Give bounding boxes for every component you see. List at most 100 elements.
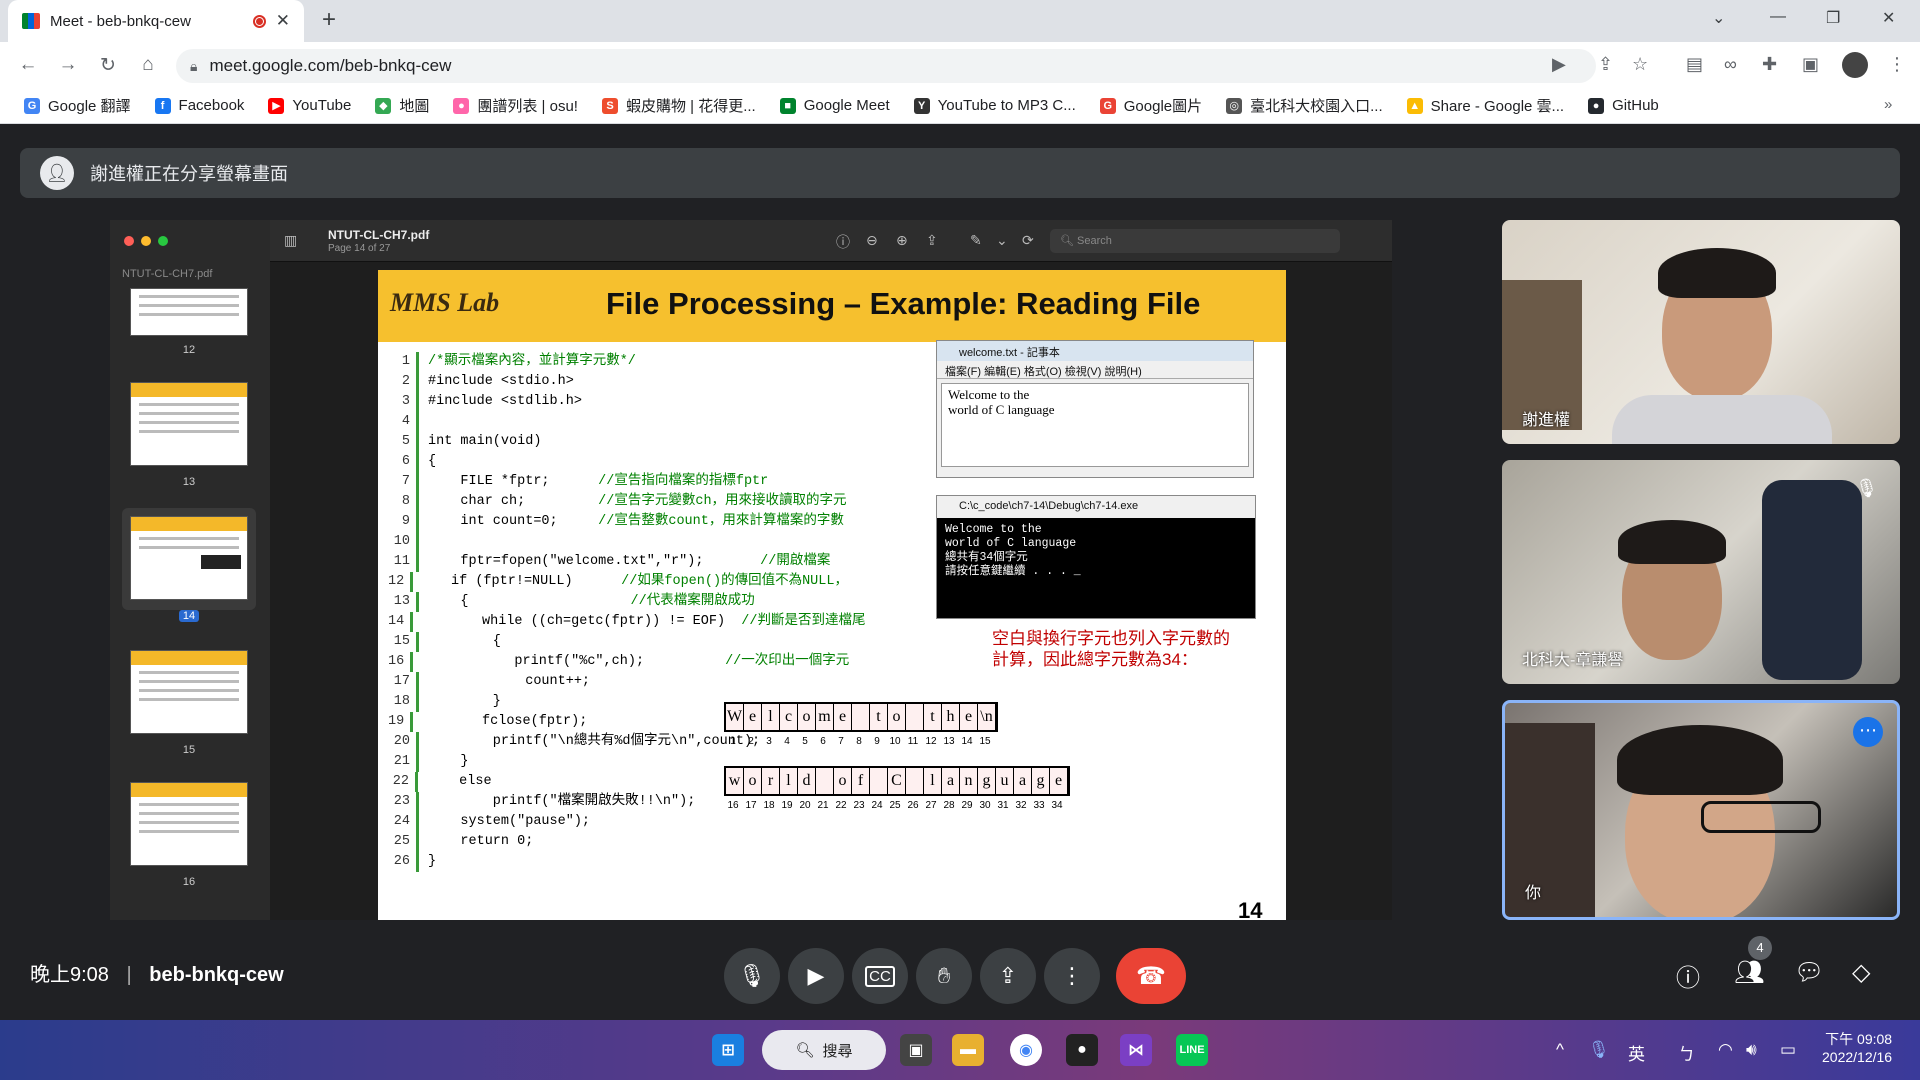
present-button[interactable]: ⇪ bbox=[980, 948, 1036, 1004]
menu-icon[interactable]: ⋮ bbox=[1888, 54, 1906, 75]
raise-hand-button[interactable]: ✋︎ bbox=[916, 948, 972, 1004]
bookmark-item[interactable]: ◆ 地圖 bbox=[365, 95, 439, 116]
code-line: 16 printf("%c",ch); //一次印出一個字元 bbox=[388, 652, 849, 672]
battery-icon[interactable]: ▭ bbox=[1780, 1040, 1796, 1060]
visual-studio-icon[interactable]: ⋈ bbox=[1120, 1034, 1152, 1066]
jacket-on-wall bbox=[1762, 480, 1862, 680]
bookmark-item[interactable]: ● GitHub bbox=[1578, 97, 1669, 114]
microphone-button[interactable]: 🎙︎ bbox=[724, 948, 780, 1004]
participant-tile-1[interactable]: 謝進權 bbox=[1502, 220, 1900, 444]
minimize-button[interactable]: — bbox=[1770, 8, 1786, 26]
meeting-details-icon[interactable]: ⓘ bbox=[1676, 958, 1700, 993]
side-panel-icon[interactable]: ▣ bbox=[1802, 54, 1819, 75]
participant-name: 你 bbox=[1525, 885, 1542, 902]
code-text: while ((ch=getc(fptr)) != EOF) bbox=[417, 614, 742, 629]
ime-mode-icon[interactable]: ㄅ bbox=[1678, 1040, 1695, 1065]
share-icon[interactable]: ⇪ bbox=[926, 232, 938, 249]
bookmark-star-icon[interactable]: ☆ bbox=[1632, 54, 1648, 75]
code-text: fclose(fptr); bbox=[417, 714, 742, 729]
back-arrow-icon[interactable]: ← bbox=[8, 54, 48, 76]
more-options-button[interactable]: ⋮ bbox=[1044, 948, 1100, 1004]
bookmark-item[interactable]: f Facebook bbox=[145, 97, 255, 114]
close-tab-icon[interactable]: ✕ bbox=[276, 11, 290, 31]
camera-icon[interactable]: ▶ bbox=[1552, 54, 1566, 75]
reader-icon[interactable]: ▤ bbox=[1686, 54, 1703, 75]
ime-indicator[interactable]: 英 bbox=[1628, 1040, 1645, 1065]
bookmarks-overflow-icon[interactable]: » bbox=[1884, 96, 1892, 113]
char-cell: e bbox=[960, 704, 978, 730]
bookmark-item[interactable]: Y YouTube to MP3 C... bbox=[904, 97, 1086, 114]
bookmark-item[interactable]: ▶ YouTube bbox=[258, 97, 361, 114]
zoom-out-icon[interactable]: ⊖ bbox=[866, 232, 878, 249]
home-icon[interactable]: ⌂ bbox=[128, 54, 168, 76]
participant-hair bbox=[1658, 248, 1776, 298]
code-line-text: if (fptr!=NULL) //如果fopen()的傳回值不為NULL， bbox=[419, 572, 848, 592]
line-app-icon[interactable]: LINE bbox=[1176, 1034, 1208, 1066]
tray-mic-icon[interactable]: 🎙︎ bbox=[1588, 1040, 1610, 1060]
taskbar-clock[interactable]: 下午 09:08 2022/12/16 bbox=[1822, 1030, 1892, 1066]
participant-shirt bbox=[1612, 395, 1832, 444]
maximize-button[interactable]: ❐ bbox=[1826, 8, 1840, 28]
people-icon[interactable]: 👥︎ bbox=[1734, 958, 1764, 987]
start-windows-icon[interactable]: ⊞ bbox=[712, 1034, 744, 1066]
address-bar[interactable]: 🔒︎ meet.google.com/beb-bnkq-cew bbox=[176, 49, 1596, 83]
activities-icon[interactable]: ◇ bbox=[1852, 958, 1870, 987]
thumbnail-page-16[interactable] bbox=[130, 782, 248, 866]
bookmark-item[interactable]: G Google 翻譯 bbox=[14, 95, 141, 116]
volume-icon[interactable]: 🔊︎ bbox=[1746, 1040, 1757, 1060]
taskbar-search[interactable]: 🔍︎ 搜尋 bbox=[762, 1030, 886, 1070]
tab-title: Meet - beb-bnkq-cew bbox=[50, 12, 191, 30]
browser-tab[interactable]: Meet - beb-bnkq-cew ✕ bbox=[8, 0, 304, 42]
participant-tile-self[interactable]: ⋯ 你 bbox=[1502, 700, 1900, 920]
sidebar-toggle-icon[interactable]: ▥ bbox=[284, 232, 297, 249]
pdf-search-input[interactable]: 🔍︎ Search bbox=[1050, 229, 1340, 253]
task-view-icon[interactable]: ▣ bbox=[900, 1034, 932, 1066]
leave-call-button[interactable]: ☎︎ bbox=[1116, 948, 1186, 1004]
thumbnail-label: 16 bbox=[182, 876, 196, 888]
thumbnail-page-12[interactable] bbox=[130, 288, 248, 336]
code-line-number: 24 bbox=[393, 814, 410, 829]
bookmark-item[interactable]: ▲ Share - Google 雲... bbox=[1397, 95, 1574, 116]
chat-icon[interactable]: 💬︎ bbox=[1794, 958, 1824, 987]
chrome-icon[interactable]: ◉ bbox=[1010, 1034, 1042, 1066]
char-cell: g bbox=[978, 768, 996, 794]
camera-button[interactable]: ▶ bbox=[788, 948, 844, 1004]
tray-chevron-up-icon[interactable]: ^ bbox=[1556, 1040, 1564, 1060]
chevron-down-icon[interactable]: ⌄ bbox=[996, 232, 1008, 249]
char-index: 14 bbox=[961, 736, 973, 747]
bookmark-item[interactable]: ■ Google Meet bbox=[770, 97, 900, 114]
share-icon[interactable]: ⇪ bbox=[1598, 54, 1613, 75]
console-title: C:\c_code\ch7-14\Debug\ch7-14.exe bbox=[937, 496, 1255, 518]
reload-icon[interactable]: ↻ bbox=[88, 54, 128, 77]
info-icon[interactable]: ⓘ bbox=[836, 232, 850, 252]
osu-app-icon[interactable]: ● bbox=[1066, 1034, 1098, 1066]
bookmark-item[interactable]: G Google圖片 bbox=[1090, 95, 1212, 116]
thumbnail-page-14[interactable] bbox=[130, 516, 248, 600]
bookmark-item[interactable]: S 蝦皮購物 | 花得更... bbox=[592, 95, 766, 116]
char-index: 8 bbox=[856, 736, 862, 747]
puzzle-icon[interactable]: ✚ bbox=[1762, 54, 1777, 75]
rotate-icon[interactable]: ⟳ bbox=[1022, 232, 1034, 249]
new-tab-button[interactable]: + bbox=[322, 6, 336, 34]
glasses bbox=[1701, 801, 1821, 833]
code-line-text: while ((ch=getc(fptr)) != EOF) //判斷是否到達檔… bbox=[417, 612, 865, 632]
wifi-icon[interactable]: ◠ bbox=[1718, 1040, 1733, 1060]
extension-icon[interactable]: ∞ bbox=[1724, 54, 1737, 75]
participant-tile-2[interactable]: 🎙︎ 北科大-章謙譽 bbox=[1502, 460, 1900, 684]
close-window-button[interactable]: ✕ bbox=[1882, 8, 1895, 28]
char-index: 31 bbox=[997, 800, 1009, 811]
thumbnail-page-13[interactable] bbox=[130, 382, 248, 466]
bookmark-item[interactable]: ◎ 臺北科大校園入口... bbox=[1216, 95, 1393, 116]
char-index: 20 bbox=[799, 800, 811, 811]
thumbnail-page-15[interactable] bbox=[130, 650, 248, 734]
code-gutter bbox=[416, 672, 424, 692]
captions-button[interactable]: CC bbox=[852, 948, 908, 1004]
zoom-in-icon[interactable]: ⊕ bbox=[896, 232, 908, 249]
markup-pen-icon[interactable]: ✎ bbox=[970, 232, 982, 249]
bookmark-item[interactable]: ● 團譜列表 | osu! bbox=[443, 95, 588, 116]
tab-search-icon[interactable]: ⌄ bbox=[1712, 8, 1725, 28]
forward-arrow-icon[interactable]: → bbox=[48, 54, 88, 76]
file-explorer-icon[interactable]: ▬ bbox=[952, 1034, 984, 1066]
more-options-icon[interactable]: ⋯ bbox=[1853, 717, 1883, 747]
profile-avatar[interactable] bbox=[1842, 52, 1868, 78]
